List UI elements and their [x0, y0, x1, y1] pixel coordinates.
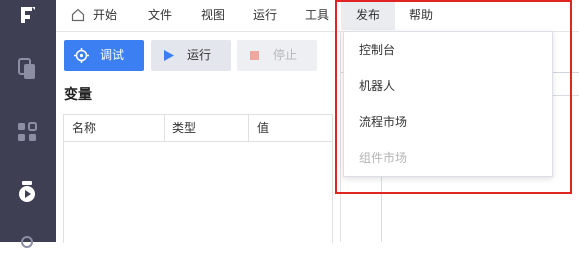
- crosshair-icon: [74, 48, 89, 63]
- menu-bar: 开始 文件 视图 运行 工具 发布 帮助: [56, 0, 579, 32]
- menu-item-robot[interactable]: 机器人: [344, 68, 552, 104]
- variables-table: 名称 类型 值: [63, 114, 333, 243]
- left-rail: [0, 0, 56, 248]
- stop-button[interactable]: 停止: [237, 40, 317, 71]
- menu-view[interactable]: 视图: [201, 0, 225, 30]
- run-button[interactable]: 运行: [151, 40, 231, 71]
- variables-title: 变量: [64, 87, 92, 103]
- debug-bug-icon[interactable]: [14, 178, 40, 204]
- play-icon: [164, 50, 174, 61]
- menu-publish[interactable]: 发布: [341, 0, 395, 30]
- menu-help[interactable]: 帮助: [409, 0, 433, 30]
- stop-icon: [250, 51, 259, 60]
- menu-file[interactable]: 文件: [148, 0, 172, 30]
- column-name[interactable]: 名称: [72, 115, 96, 141]
- column-divider[interactable]: [164, 115, 165, 141]
- menu-item-process-market[interactable]: 流程市场: [344, 104, 552, 140]
- menu-item-console[interactable]: 控制台: [344, 32, 552, 68]
- components-icon[interactable]: [14, 119, 40, 145]
- column-divider[interactable]: [248, 115, 249, 141]
- publish-dropdown-menu: 控制台 机器人 流程市场 组件市场: [343, 31, 553, 177]
- app-logo-icon: [21, 7, 35, 23]
- variables-table-header: 名称 类型 值: [64, 115, 332, 142]
- menu-run[interactable]: 运行: [253, 0, 277, 30]
- column-value[interactable]: 值: [257, 115, 269, 141]
- column-type[interactable]: 类型: [172, 115, 196, 141]
- debug-button[interactable]: 调试: [64, 40, 144, 71]
- stop-button-label: 停止: [273, 48, 298, 62]
- debug-button-label: 调试: [100, 48, 125, 62]
- menu-tools[interactable]: 工具: [305, 0, 329, 30]
- home-icon[interactable]: [71, 8, 85, 22]
- more-icon[interactable]: [14, 232, 40, 258]
- panel-splitter[interactable]: [340, 31, 341, 242]
- menu-home[interactable]: 开始: [93, 0, 117, 30]
- files-icon[interactable]: [14, 56, 40, 82]
- menu-item-component-market: 组件市场: [359, 151, 408, 165]
- run-button-label: 运行: [187, 48, 212, 62]
